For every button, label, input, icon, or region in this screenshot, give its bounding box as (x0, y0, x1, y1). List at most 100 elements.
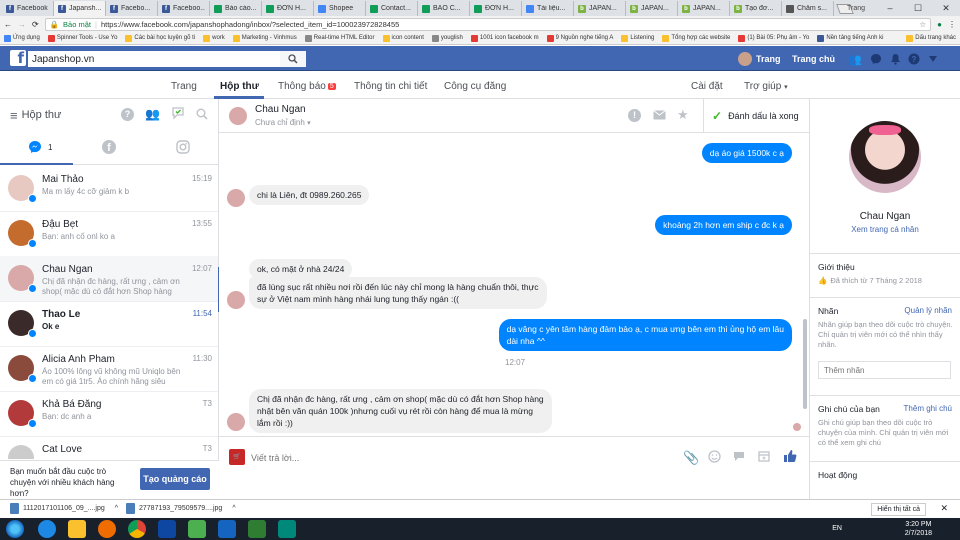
browser-tab[interactable]: f Faceboo... (158, 1, 210, 16)
browser-tab[interactable]: b JAPAN... (626, 1, 678, 16)
star-icon[interactable]: ☆ (919, 20, 926, 29)
app-icon[interactable] (188, 520, 206, 538)
tab-page[interactable]: Trang (171, 81, 197, 92)
bookmark-item[interactable]: (1) Bài 05: Phụ âm - Yo (738, 34, 809, 42)
back-icon[interactable]: ← (4, 20, 12, 29)
manage-labels-link[interactable]: Quản lý nhãn (904, 306, 952, 315)
browser-tab[interactable]: Tài liệu... (522, 1, 574, 16)
conversation-item[interactable]: Mai Thảo 15:19 Ma m lấy 4c cỡ giảm k b (0, 166, 218, 212)
media-player-icon[interactable] (98, 520, 116, 538)
close-downloads-icon[interactable]: ✕ (940, 503, 948, 514)
settings-link[interactable]: Cài đặt (691, 81, 723, 92)
messenger-icon[interactable] (869, 52, 883, 66)
bookmark-item[interactable]: Các bài học luyện gõ ti (125, 34, 195, 42)
chrome-icon[interactable] (128, 520, 146, 538)
browser-tab[interactable]: f Facebo... (106, 1, 158, 16)
mail-icon[interactable] (653, 110, 666, 120)
bookmark-item[interactable]: icon content (382, 34, 424, 42)
file-explorer-icon[interactable] (68, 520, 86, 538)
attachment-icon[interactable]: 📎 (683, 450, 699, 466)
maximize-icon[interactable]: ☐ (904, 0, 932, 16)
profile-link[interactable]: Trang (738, 52, 781, 66)
internet-explorer-icon[interactable] (38, 520, 56, 538)
assign-dropdown[interactable]: Chưa chỉ định ▾ (255, 118, 311, 127)
bookmark-item[interactable]: Listening (621, 34, 654, 42)
bookmark-item[interactable]: Nền tảng tiếng Anh ki (817, 34, 883, 42)
facebook-logo-icon[interactable]: f (10, 50, 26, 66)
appointment-icon[interactable] (758, 450, 770, 462)
conversation-item[interactable]: Chau Ngan 12:07 Chị đã nhận đc hàng, rất ư… (0, 256, 218, 302)
tab-publishing-tools[interactable]: Công cụ đăng (444, 81, 506, 92)
browser-tab[interactable]: ĐƠN H... (470, 1, 522, 16)
show-all-downloads-button[interactable]: Hiển thị tất cả (871, 503, 926, 516)
reply-input[interactable] (251, 449, 671, 467)
tab-notifications[interactable]: Thông báo 5 (278, 81, 336, 92)
tab-insights[interactable]: Thông tin chi tiết (354, 81, 427, 92)
search-icon[interactable] (196, 108, 208, 120)
create-ad-button[interactable]: Tạo quảng cáo (140, 468, 210, 490)
extension-icon[interactable]: ● (937, 20, 942, 29)
bookmark-item[interactable]: Spinner Tools - Use Yo (47, 34, 117, 42)
emoji-icon[interactable] (708, 450, 721, 463)
url-input[interactable]: 🔒 Bảo mật | https://www.facebook.com/jap… (44, 17, 932, 31)
alert-icon[interactable]: ! (628, 109, 641, 122)
filter-instagram[interactable] (176, 140, 190, 154)
help-circle-icon[interactable]: ? (121, 108, 134, 121)
conversation-item[interactable]: Cat Love T3 (0, 436, 218, 459)
bookmark-item[interactable]: 9 Nguồn nghe tiếng A (546, 34, 613, 42)
app-icon[interactable] (278, 520, 296, 538)
filter-facebook[interactable]: f (102, 140, 116, 154)
photoshop-icon[interactable] (158, 520, 176, 538)
conversation-item[interactable]: Thao Le 11:54 Ok e (0, 301, 218, 347)
notifications-icon[interactable] (888, 52, 902, 66)
bookmark-item[interactable]: youglish (431, 34, 463, 42)
friends-icon[interactable]: 👥 (848, 52, 862, 66)
forward-icon[interactable]: → (18, 20, 26, 29)
browser-tab[interactable]: ĐƠN H... (262, 1, 314, 16)
like-icon[interactable] (783, 449, 797, 463)
chat-contact-name[interactable]: Chau Ngan (255, 104, 306, 115)
browser-tab[interactable]: Shopee (314, 1, 366, 16)
bookmark-item[interactable]: 1001 icon facebook m (470, 34, 539, 42)
download-item[interactable]: 27787193_79509579....jpg ^ (126, 503, 236, 514)
bookmark-item[interactable]: Marketing - Vinhmus (232, 34, 297, 42)
hamburger-icon[interactable]: ≡ (10, 108, 18, 123)
home-link[interactable]: Trang chủ (792, 54, 835, 64)
filter-messenger[interactable]: 1 (28, 140, 52, 154)
bookmark-item[interactable]: Real-time HTML Editor (304, 34, 375, 42)
tab-inbox[interactable]: Hộp thư (220, 81, 259, 92)
browser-tab[interactable]: f Facebook (2, 1, 54, 16)
help-link[interactable]: Trợ giúp ▾ (744, 81, 788, 92)
windows-start-icon[interactable] (6, 520, 24, 538)
conversation-item[interactable]: Khả Bá Đăng T3 Bạn: dc anh a (0, 391, 218, 437)
bookmark-item[interactable]: Tổng hợp các website (662, 34, 730, 42)
people-icon[interactable]: 👥 (145, 107, 160, 121)
add-label-input[interactable] (818, 361, 951, 379)
close-icon[interactable]: ✕ (932, 0, 960, 16)
star-icon[interactable]: ★ (677, 107, 689, 123)
mark-done-button[interactable]: ✓ Đánh dấu là xong (703, 99, 809, 133)
browser-tab[interactable]: f Japansh... (54, 1, 106, 16)
help-icon[interactable]: ? (907, 52, 921, 66)
browser-tab[interactable]: b Tạo đơ... (730, 1, 782, 16)
profile-chip[interactable]: Trang (836, 0, 876, 16)
menu-icon[interactable]: ⋮ (948, 20, 956, 29)
bookmark-item[interactable]: work (203, 34, 225, 42)
conversation-item[interactable]: Alicia Anh Pham 11:30 Ảo 100% lông vũ khôn… (0, 346, 218, 392)
browser-tab[interactable]: Báo cáo... (210, 1, 262, 16)
bookmark-item[interactable]: Dấu trang khác (906, 34, 956, 42)
browser-tab[interactable]: Contact... (366, 1, 418, 16)
bookmark-item[interactable]: Ứng dụng (4, 34, 40, 42)
search-icon[interactable] (280, 51, 306, 67)
search-input[interactable]: Japanshop.vn (28, 51, 306, 67)
conversation-item[interactable]: Đậu Bẹt 13:55 Bạn: anh cố onl ko a (0, 211, 218, 257)
system-clock[interactable]: 3:20 PM 2/7/2018 (905, 520, 932, 538)
browser-tab[interactable]: b JAPAN... (678, 1, 730, 16)
browser-tab[interactable]: Chăm s... (782, 1, 834, 16)
account-menu-icon[interactable] (926, 52, 940, 66)
add-note-link[interactable]: Thêm ghi chú (904, 404, 952, 413)
browser-tab[interactable]: BÁO C... (418, 1, 470, 16)
view-profile-link[interactable]: Xem trang cá nhân (810, 225, 960, 234)
word-icon[interactable] (218, 520, 236, 538)
language-indicator[interactable]: EN (832, 525, 842, 532)
